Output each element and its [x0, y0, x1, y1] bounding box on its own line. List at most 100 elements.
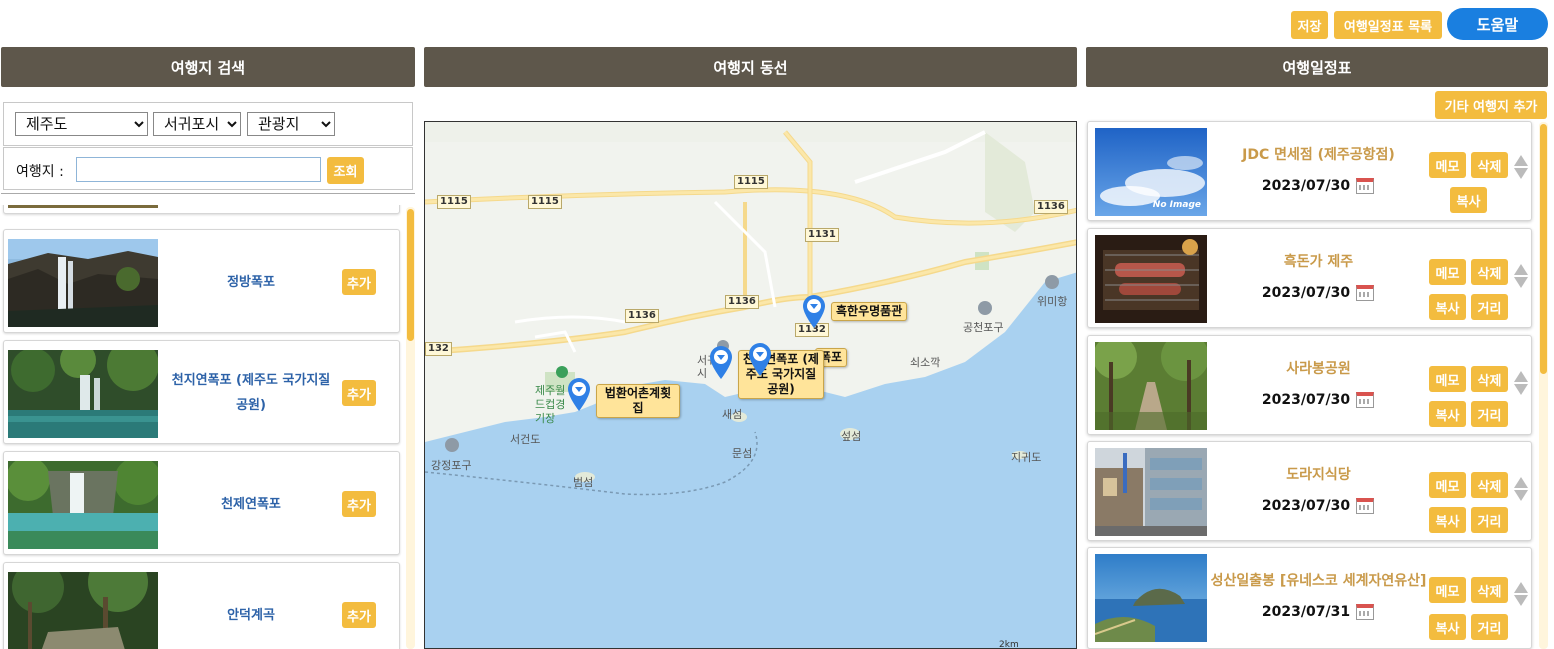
keyword-input[interactable] [76, 157, 321, 182]
itinerary-title[interactable]: 성산일출봉 [유네스코 세계자연유산] [1196, 570, 1441, 590]
calendar-icon[interactable] [1356, 392, 1375, 408]
memo-button[interactable]: 메모 [1429, 577, 1466, 603]
itinerary-scrollbar-thumb[interactable] [1540, 124, 1547, 374]
road-number: 132 [425, 342, 452, 356]
copy-button[interactable]: 복사 [1429, 614, 1466, 640]
road-number: 1136 [725, 295, 759, 309]
keyword-box: 여행지 : 조회 [3, 147, 413, 190]
add-button[interactable]: 추가 [342, 380, 376, 406]
list-item [3, 205, 400, 214]
result-list[interactable]: 정방폭포 추가 천지연폭포 (제주도 국가지질공원) 추가 천제연폭포 추가 안… [0, 205, 416, 649]
itinerary-date: 2023/07/30 [1238, 498, 1398, 514]
no-image-thumb: No Image [1095, 128, 1207, 216]
result-name[interactable]: 천지연폭포 (제주도 국가지질공원) [166, 351, 336, 435]
filter-box: 제주도 서귀포시 관광지 [3, 102, 413, 146]
distance-button[interactable]: 거리 [1471, 507, 1508, 533]
route-panel-title: 여행지 동선 [424, 47, 1077, 87]
itinerary-title[interactable]: 도라지식당 [1196, 464, 1441, 484]
itinerary-title[interactable]: JDC 면세점 (제주공항점) [1196, 144, 1441, 164]
memo-button[interactable]: 메모 [1429, 259, 1466, 285]
map-place: 범섬 [573, 476, 594, 489]
delete-button[interactable]: 삭제 [1471, 152, 1508, 178]
add-button[interactable]: 추가 [342, 491, 376, 517]
result-scrollbar-thumb[interactable] [407, 209, 414, 341]
reorder-arrows-icon[interactable] [1514, 371, 1528, 395]
road-number: 1131 [805, 228, 839, 242]
reorder-arrows-icon[interactable] [1514, 155, 1528, 179]
map-place: 강정포구 [431, 459, 472, 472]
copy-button[interactable]: 복사 [1450, 187, 1487, 213]
memo-button[interactable]: 메모 [1429, 152, 1466, 178]
itinerary-title[interactable]: 사라봉공원 [1196, 358, 1441, 378]
list-item: 정방폭포 추가 [3, 229, 400, 333]
itinerary-item: 사라봉공원 2023/07/30 메모 삭제 복사 거리 [1087, 335, 1532, 435]
copy-button[interactable]: 복사 [1429, 401, 1466, 427]
road-number: 1136 [1034, 200, 1068, 214]
itinerary-date: 2023/07/31 [1238, 604, 1398, 620]
route-map[interactable]: 1115 1115 1115 1136 1131 1136 1136 1132 … [424, 121, 1077, 649]
reorder-arrows-icon[interactable] [1514, 477, 1528, 501]
map-place: 문섬 [732, 447, 753, 460]
delete-button[interactable]: 삭제 [1471, 472, 1508, 498]
map-place: 쇠소깍 [910, 356, 941, 369]
itinerary-item: 도라지식당 2023/07/30 메모 삭제 복사 거리 [1087, 441, 1532, 541]
calendar-icon[interactable] [1356, 498, 1375, 514]
waterfall-photo [8, 239, 158, 327]
calendar-icon[interactable] [1356, 285, 1375, 301]
itinerary-date: 2023/07/30 [1238, 392, 1398, 408]
road-number: 1115 [528, 195, 562, 209]
query-button[interactable]: 조회 [327, 157, 364, 184]
delete-button[interactable]: 삭제 [1471, 259, 1508, 285]
copy-button[interactable]: 복사 [1429, 507, 1466, 533]
map-pin-icon[interactable] [567, 378, 591, 412]
region-select[interactable]: 제주도 [15, 112, 148, 136]
map-pin-icon[interactable] [709, 346, 733, 380]
place-photo [1095, 235, 1207, 323]
map-marker-label[interactable]: 흑한우명품관 [831, 302, 908, 321]
itinerary-item: 흑돈가 제주 2023/07/30 메모 삭제 복사 거리 [1087, 228, 1532, 328]
road-number: 1115 [437, 195, 471, 209]
copy-button[interactable]: 복사 [1429, 294, 1466, 320]
search-panel-title: 여행지 검색 [1, 47, 415, 87]
list-item: 천지연폭포 (제주도 국가지질공원) 추가 [3, 340, 400, 444]
distance-button[interactable]: 거리 [1471, 614, 1508, 640]
map-place: 지귀도 [1011, 451, 1042, 464]
distance-button[interactable]: 거리 [1471, 401, 1508, 427]
category-select[interactable]: 관광지 [247, 112, 335, 136]
map-pin-icon[interactable] [748, 343, 772, 377]
add-button[interactable]: 추가 [342, 602, 376, 628]
memo-button[interactable]: 메모 [1429, 472, 1466, 498]
memo-button[interactable]: 메모 [1429, 366, 1466, 392]
result-name[interactable]: 안덕계곡 [166, 573, 336, 649]
delete-button[interactable]: 삭제 [1471, 366, 1508, 392]
save-button[interactable]: 저장 [1291, 11, 1328, 39]
map-place: 섶섬 [841, 430, 862, 443]
result-name[interactable]: 정방폭포 [166, 240, 336, 324]
add-button[interactable]: 추가 [342, 269, 376, 295]
place-photo [1095, 342, 1207, 430]
itinerary-item: No Image JDC 면세점 (제주공항점) 2023/07/30 메모 삭… [1087, 121, 1532, 221]
calendar-icon[interactable] [1356, 604, 1375, 620]
result-name[interactable]: 천제연폭포 [166, 462, 336, 546]
valley-photo [8, 572, 158, 649]
reorder-arrows-icon[interactable] [1514, 582, 1528, 606]
map-pin-icon[interactable] [802, 295, 826, 329]
map-marker-label[interactable]: 법환어촌계횟집 [596, 384, 680, 418]
delete-button[interactable]: 삭제 [1471, 577, 1508, 603]
list-item: 천제연폭포 추가 [3, 451, 400, 555]
place-photo [1095, 554, 1207, 642]
add-other-place-button[interactable]: 기타 여행지 추가 [1435, 91, 1547, 119]
city-select[interactable]: 서귀포시 [153, 112, 241, 136]
list-item: 안덕계곡 추가 [3, 562, 400, 649]
reorder-arrows-icon[interactable] [1514, 264, 1528, 288]
place-photo [1095, 448, 1207, 536]
calendar-icon[interactable] [1356, 178, 1375, 194]
itinerary-date: 2023/07/30 [1238, 178, 1398, 194]
itinerary-list-button[interactable]: 여행일정표 목록 [1334, 11, 1442, 39]
place-photo [8, 205, 158, 208]
help-button[interactable]: 도움말 [1447, 8, 1548, 40]
itinerary-title[interactable]: 흑돈가 제주 [1196, 251, 1441, 271]
divider [1, 193, 415, 194]
distance-button[interactable]: 거리 [1471, 294, 1508, 320]
map-scale: 2km [999, 640, 1019, 649]
